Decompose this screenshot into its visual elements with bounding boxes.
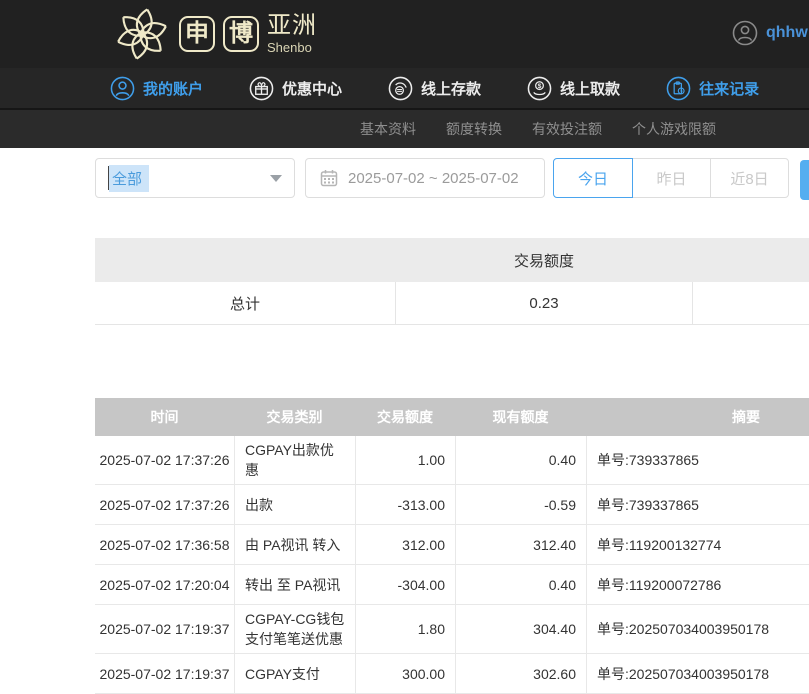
column-header-balance: 现有额度 <box>455 398 586 436</box>
nav-item-withdraw[interactable]: $ 线上取款 <box>527 76 620 101</box>
table-cell: 单号:739337865 <box>586 436 809 484</box>
table-cell: -304.00 <box>355 565 455 604</box>
username-text: qhhw <box>766 24 808 42</box>
table-row: 2025-07-02 17:37:26出款-313.00-0.59单号:7393… <box>95 485 809 525</box>
table-cell: -0.59 <box>455 485 586 524</box>
subnav-item-valid-bets[interactable]: 有效投注额 <box>532 119 602 139</box>
transactions-body: 2025-07-02 17:37:26CGPAY出款优惠1.000.40单号:7… <box>95 436 809 694</box>
table-cell: 单号:739337865 <box>586 485 809 524</box>
category-select-value: 全部 <box>109 165 149 192</box>
table-cell: 2025-07-02 17:37:26 <box>95 485 234 524</box>
nav-label: 线上存款 <box>421 78 481 99</box>
table-cell: 转出 至 PA视讯 <box>234 565 355 604</box>
table-cell: CGPAY-CG钱包支付笔笔送优惠 <box>234 605 355 653</box>
svg-text:$: $ <box>538 83 542 90</box>
transactions-table: 时间 交易类别 交易额度 现有额度 摘要 2025-07-02 17:37:26… <box>95 398 809 694</box>
quick-range-group: 今日 昨日 近8日 <box>553 158 789 198</box>
summary-header-row: 交易额度 <box>95 238 809 282</box>
summary-total-row: 总计 0.23 <box>95 282 809 325</box>
nav-label: 我的账户 <box>143 78 203 99</box>
user-avatar-icon <box>732 20 758 46</box>
table-cell: 304.40 <box>455 605 586 653</box>
logo-region-text: 亚洲 <box>267 14 317 38</box>
date-range-input[interactable]: 2025-07-02 ~ 2025-07-02 <box>305 158 545 198</box>
search-button[interactable] <box>800 160 809 200</box>
table-cell: 1.80 <box>355 605 455 653</box>
logo-wordmark: 亚洲 Shenbo <box>267 14 317 54</box>
table-cell: 2025-07-02 17:20:04 <box>95 565 234 604</box>
yesterday-button[interactable]: 昨日 <box>632 158 711 198</box>
today-button[interactable]: 今日 <box>553 158 633 198</box>
summary-header-amount: 交易额度 <box>395 238 693 282</box>
account-records-page: { "brand": { "cn_box_1": "申", "cn_box_2"… <box>0 0 809 679</box>
table-row: 2025-07-02 17:36:58由 PA视讯 转入312.00312.40… <box>95 525 809 565</box>
table-cell: 2025-07-02 17:36:58 <box>95 525 234 564</box>
date-range-value: 2025-07-02 ~ 2025-07-02 <box>348 170 519 187</box>
column-header-amount: 交易额度 <box>355 398 455 436</box>
nav-label: 优惠中心 <box>282 78 342 99</box>
calendar-icon <box>320 169 338 187</box>
logo-char-box-shen: 申 <box>179 16 215 52</box>
table-cell: CGPAY出款优惠 <box>234 436 355 484</box>
deposit-icon <box>388 76 413 101</box>
records-icon <box>666 76 691 101</box>
table-cell: 单号:119200072786 <box>586 565 809 604</box>
table-cell: 单号:119200132774 <box>586 525 809 564</box>
table-cell: 1.00 <box>355 436 455 484</box>
subnav-item-game-limits[interactable]: 个人游戏限额 <box>632 119 716 139</box>
table-cell: 2025-07-02 17:19:37 <box>95 654 234 693</box>
nav-item-promotions[interactable]: 优惠中心 <box>249 76 342 101</box>
nav-item-my-account[interactable]: 我的账户 <box>110 76 203 101</box>
nav-label: 线上取款 <box>560 78 620 99</box>
table-cell: 2025-07-02 17:37:26 <box>95 436 234 484</box>
chevron-down-icon <box>270 175 282 182</box>
table-row: 2025-07-02 17:20:04转出 至 PA视讯-304.000.40单… <box>95 565 809 605</box>
table-cell: 0.40 <box>455 565 586 604</box>
last-8-days-button[interactable]: 近8日 <box>710 158 789 198</box>
summary-table: 交易额度 总计 0.23 <box>95 238 809 325</box>
nav-item-deposit[interactable]: 线上存款 <box>388 76 481 101</box>
table-cell: 2025-07-02 17:19:37 <box>95 605 234 653</box>
subnav-item-credit-transfer[interactable]: 额度转换 <box>446 119 502 139</box>
column-header-summary: 摘要 <box>586 398 809 436</box>
table-cell: 302.60 <box>455 654 586 693</box>
table-cell: 单号:202507034003950178 <box>586 605 809 653</box>
table-cell: 312.00 <box>355 525 455 564</box>
summary-total-label: 总计 <box>95 293 395 314</box>
nav-item-records[interactable]: 往来记录 <box>666 76 759 101</box>
transactions-header-row: 时间 交易类别 交易额度 现有额度 摘要 <box>95 398 809 436</box>
subnav-item-basic-info[interactable]: 基本资料 <box>360 119 416 139</box>
table-cell: 312.40 <box>455 525 586 564</box>
table-cell: 单号:202507034003950178 <box>586 654 809 693</box>
table-row: 2025-07-02 17:37:26CGPAY出款优惠1.000.40单号:7… <box>95 436 809 485</box>
table-row: 2025-07-02 17:19:37CGPAY-CG钱包支付笔笔送优惠1.80… <box>95 605 809 654</box>
brand-logo[interactable]: 申 博 亚洲 Shenbo <box>113 5 317 63</box>
main-nav: 我的账户 优惠中心 线上存款 $ 线上取款 <box>0 68 809 108</box>
logo-char-box-bo: 博 <box>223 16 259 52</box>
withdraw-icon: $ <box>527 76 552 101</box>
table-cell: 由 PA视讯 转入 <box>234 525 355 564</box>
filter-bar: 全部 2025-07-02 ~ 2025-07-02 今日 昨日 近8日 <box>95 158 809 198</box>
nav-label: 往来记录 <box>699 78 759 99</box>
category-select[interactable]: 全部 <box>95 158 295 198</box>
table-cell: -313.00 <box>355 485 455 524</box>
logo-en-text: Shenbo <box>267 41 317 54</box>
table-cell: 出款 <box>234 485 355 524</box>
user-account-area[interactable]: qhhw <box>732 20 809 46</box>
gift-icon <box>249 76 274 101</box>
table-row: 2025-07-02 17:19:37CGPAY支付300.00302.60单号… <box>95 654 809 694</box>
table-cell: 300.00 <box>355 654 455 693</box>
sub-nav: 基本资料 额度转换 有效投注额 个人游戏限额 <box>0 108 809 148</box>
flower-logo-icon <box>113 5 171 63</box>
column-header-type: 交易类别 <box>234 398 355 436</box>
column-header-time: 时间 <box>95 398 234 436</box>
table-cell: CGPAY支付 <box>234 654 355 693</box>
table-cell: 0.40 <box>455 436 586 484</box>
summary-total-value: 0.23 <box>395 282 693 324</box>
top-bar: 申 博 亚洲 Shenbo qhhw <box>0 0 809 68</box>
user-icon <box>110 76 135 101</box>
